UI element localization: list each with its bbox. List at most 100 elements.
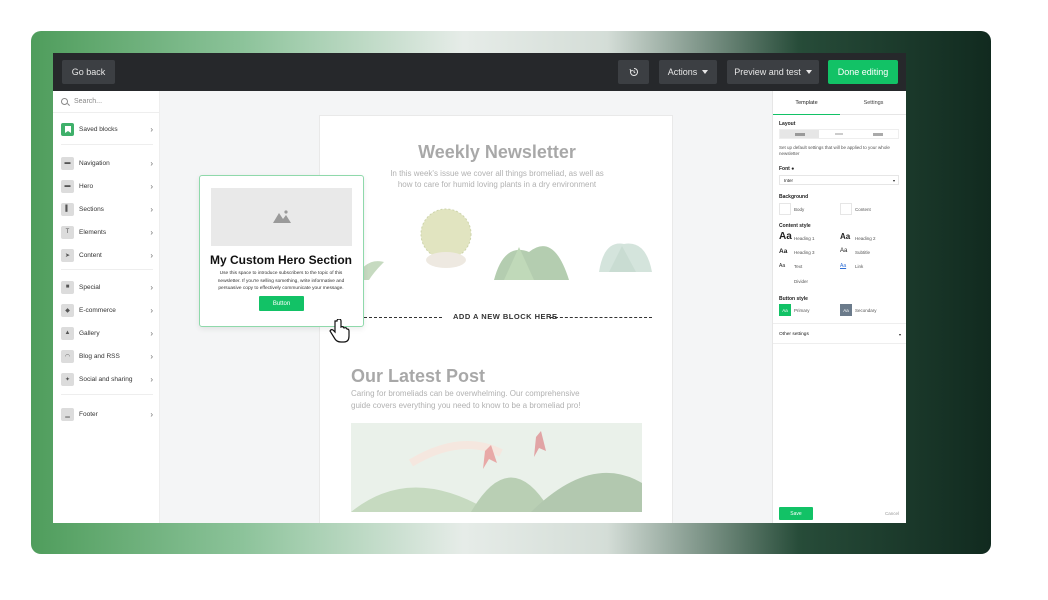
content-style-label: Content style — [779, 223, 811, 229]
sidebar-item-label: Blog and RSS — [79, 352, 120, 360]
actions-label: Actions — [667, 67, 698, 77]
sidebar-item-content[interactable]: ➤ Content › — [61, 247, 153, 263]
chevron-right-icon: › — [150, 158, 153, 168]
chevron-right-icon: › — [150, 409, 153, 419]
chevron-right-icon: › — [150, 250, 153, 260]
navigation-icon: ▬ — [61, 156, 74, 170]
sidebar-item-label: E-commerce — [79, 306, 116, 314]
cancel-button[interactable]: Cancel — [885, 511, 899, 516]
divider — [773, 323, 906, 324]
sidebar-item-saved-blocks[interactable]: Saved blocks › — [61, 121, 153, 137]
bg-content-swatch[interactable] — [840, 203, 852, 215]
actions-button[interactable]: Actions — [659, 60, 717, 84]
font-value: Inter — [784, 177, 794, 183]
layout-option-1[interactable] — [780, 130, 820, 138]
sidebar-item-elements[interactable]: T Elements › — [61, 224, 153, 240]
hero-text-2: newsletter. If you're selling something,… — [217, 278, 345, 284]
post-text-2: guide covers everything you need to know… — [351, 401, 581, 410]
history-button[interactable] — [618, 60, 649, 84]
rss-icon: ◠ — [61, 349, 74, 363]
bookmark-icon — [61, 122, 74, 136]
sidebar-item-ecommerce[interactable]: ◆ E-commerce › — [61, 302, 153, 318]
bg-body-label: Body — [794, 207, 805, 212]
chevron-right-icon: › — [150, 204, 153, 214]
text-label: Text — [794, 264, 803, 269]
save-button[interactable]: Save — [779, 507, 813, 520]
heading2-sample[interactable]: Aa — [840, 232, 850, 241]
chevron-right-icon: › — [150, 227, 153, 237]
subtitle-sample[interactable]: Aa — [840, 248, 847, 254]
divider — [61, 269, 153, 270]
heading3-label: Heading 3 — [794, 250, 815, 255]
dashed-line-right — [550, 317, 652, 318]
layout-option-3[interactable] — [859, 130, 898, 138]
sidebar-item-gallery[interactable]: ▲ Gallery › — [61, 325, 153, 341]
link-sample[interactable]: Aa — [840, 263, 846, 269]
divider-label[interactable]: Divider — [794, 279, 808, 284]
hero-text-3: persuasive copy to effectively communica… — [218, 286, 344, 291]
hero-text-1: Use this space to introduce subscribers … — [219, 271, 343, 276]
mountain-icon — [273, 210, 291, 223]
done-editing-button[interactable]: Done editing — [828, 60, 898, 84]
sections-icon: ▌ — [61, 202, 74, 216]
sidebar-item-label: Social and sharing — [79, 375, 133, 383]
tab-settings[interactable]: Settings — [840, 91, 906, 115]
sidebar-item-label: Special — [79, 283, 101, 291]
sidebar-item-navigation[interactable]: ▬ Navigation › — [61, 155, 153, 171]
sidebar-item-hero[interactable]: ▬ Hero › — [61, 178, 153, 194]
button-style-label: Button style — [779, 296, 808, 302]
heading1-sample[interactable]: Aa — [779, 231, 792, 242]
image-icon: ▲ — [61, 326, 74, 340]
text-icon: T — [61, 225, 74, 239]
newsletter-subtitle-2: how to care for humid loving plants in a… — [397, 180, 597, 189]
chevron-right-icon: › — [150, 328, 153, 338]
block-sidebar: Search... Saved blocks › ▬ Navigation › ▬ … — [53, 91, 160, 523]
hero-title: My Custom Hero Section — [209, 253, 353, 267]
font-select[interactable]: Inter ▾ — [779, 175, 899, 185]
preview-button[interactable]: Preview and test — [727, 60, 819, 84]
other-settings-label: Other settings — [779, 331, 809, 337]
primary-button-swatch[interactable]: Aa — [779, 304, 791, 316]
chevron-down-icon: ▾ — [898, 331, 901, 337]
other-settings-row[interactable]: Other settings ▾ — [779, 329, 901, 339]
layout-desc-2: newsletter — [779, 151, 800, 156]
heading2-label: Heading 2 — [855, 236, 876, 241]
chevron-right-icon: › — [150, 124, 153, 134]
cursor-icon: ➤ — [61, 248, 74, 262]
divider — [61, 394, 153, 395]
hero-text: Use this space to introduce subscribers … — [200, 270, 362, 293]
sidebar-item-footer[interactable]: ▁ Footer › — [61, 406, 153, 422]
layout-label: Layout — [779, 121, 796, 127]
sidebar-item-label: Footer — [79, 410, 98, 418]
primary-label: Primary — [794, 308, 810, 313]
sidebar-item-sections[interactable]: ▌ Sections › — [61, 201, 153, 217]
layout-option-2[interactable] — [819, 130, 858, 138]
secondary-button-swatch[interactable]: Aa — [840, 304, 852, 316]
bg-body-swatch[interactable] — [779, 203, 791, 215]
go-back-button[interactable]: Go back — [62, 60, 115, 84]
chevron-right-icon: › — [150, 374, 153, 384]
tab-template[interactable]: Template — [773, 91, 840, 115]
sidebar-item-label: Hero — [79, 182, 94, 190]
link-label: Link — [855, 264, 864, 269]
heading3-sample[interactable]: Aa — [779, 248, 787, 255]
layout-options — [779, 129, 899, 139]
settings-panel: Template Settings Layout Set up default … — [772, 91, 906, 523]
caret-down-icon — [805, 70, 812, 74]
background-label: Background — [779, 194, 809, 200]
custom-hero-block[interactable]: My Custom Hero Section Use this space to… — [199, 175, 364, 327]
info-icon: ● — [791, 166, 795, 172]
text-sample[interactable]: Aa — [779, 263, 785, 269]
sidebar-item-special[interactable]: ■ Special › — [61, 279, 153, 295]
chevron-right-icon: › — [150, 181, 153, 191]
hero-button[interactable]: Button — [259, 296, 304, 311]
done-editing-label: Done editing — [837, 67, 889, 77]
go-back-label: Go back — [71, 67, 106, 77]
bromeliad-image — [351, 423, 642, 512]
top-toolbar: Go back Actions Preview and test Done ed… — [53, 53, 906, 91]
add-block-label[interactable]: ADD A NEW BLOCK HERE — [453, 312, 557, 321]
search-input[interactable]: Search... — [53, 91, 159, 113]
sidebar-item-label: Elements — [79, 228, 107, 236]
sidebar-item-blog-rss[interactable]: ◠ Blog and RSS › — [61, 348, 153, 364]
sidebar-item-social[interactable]: ✦ Social and sharing › — [61, 371, 153, 387]
